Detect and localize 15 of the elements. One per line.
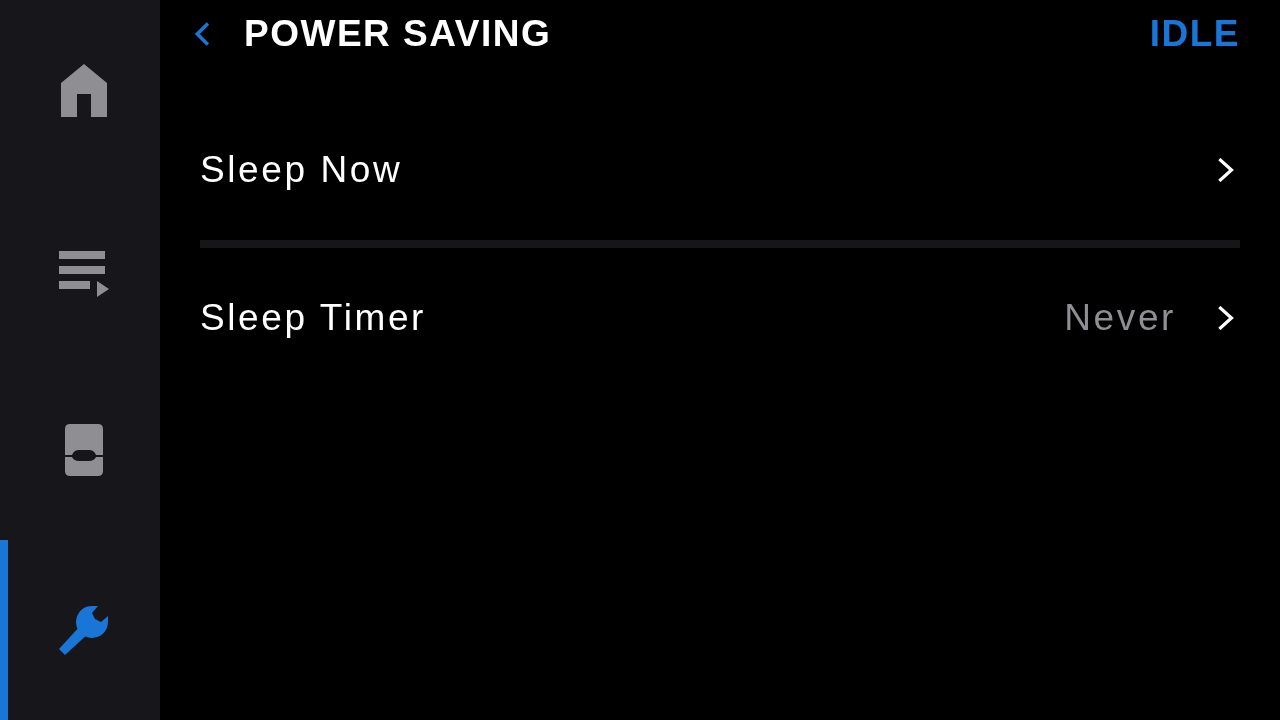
row-label: Sleep Now bbox=[200, 149, 403, 191]
row-value: Never bbox=[1064, 297, 1176, 339]
home-icon bbox=[61, 63, 107, 117]
back-button[interactable] bbox=[192, 19, 212, 49]
back-chevron-icon bbox=[195, 22, 209, 46]
device-icon bbox=[65, 424, 103, 476]
settings-row[interactable]: Sleep Timer Never bbox=[200, 248, 1240, 388]
wrench-icon bbox=[59, 605, 109, 655]
playlist-icon bbox=[59, 250, 109, 297]
chevron-right-icon bbox=[1218, 306, 1234, 330]
status-label: IDLE bbox=[1149, 13, 1240, 55]
chevron-right-icon bbox=[1218, 158, 1234, 182]
page-title: POWER SAVING bbox=[244, 13, 552, 55]
settings-row[interactable]: Sleep Now bbox=[200, 100, 1240, 240]
row-label: Sleep Timer bbox=[200, 297, 426, 339]
